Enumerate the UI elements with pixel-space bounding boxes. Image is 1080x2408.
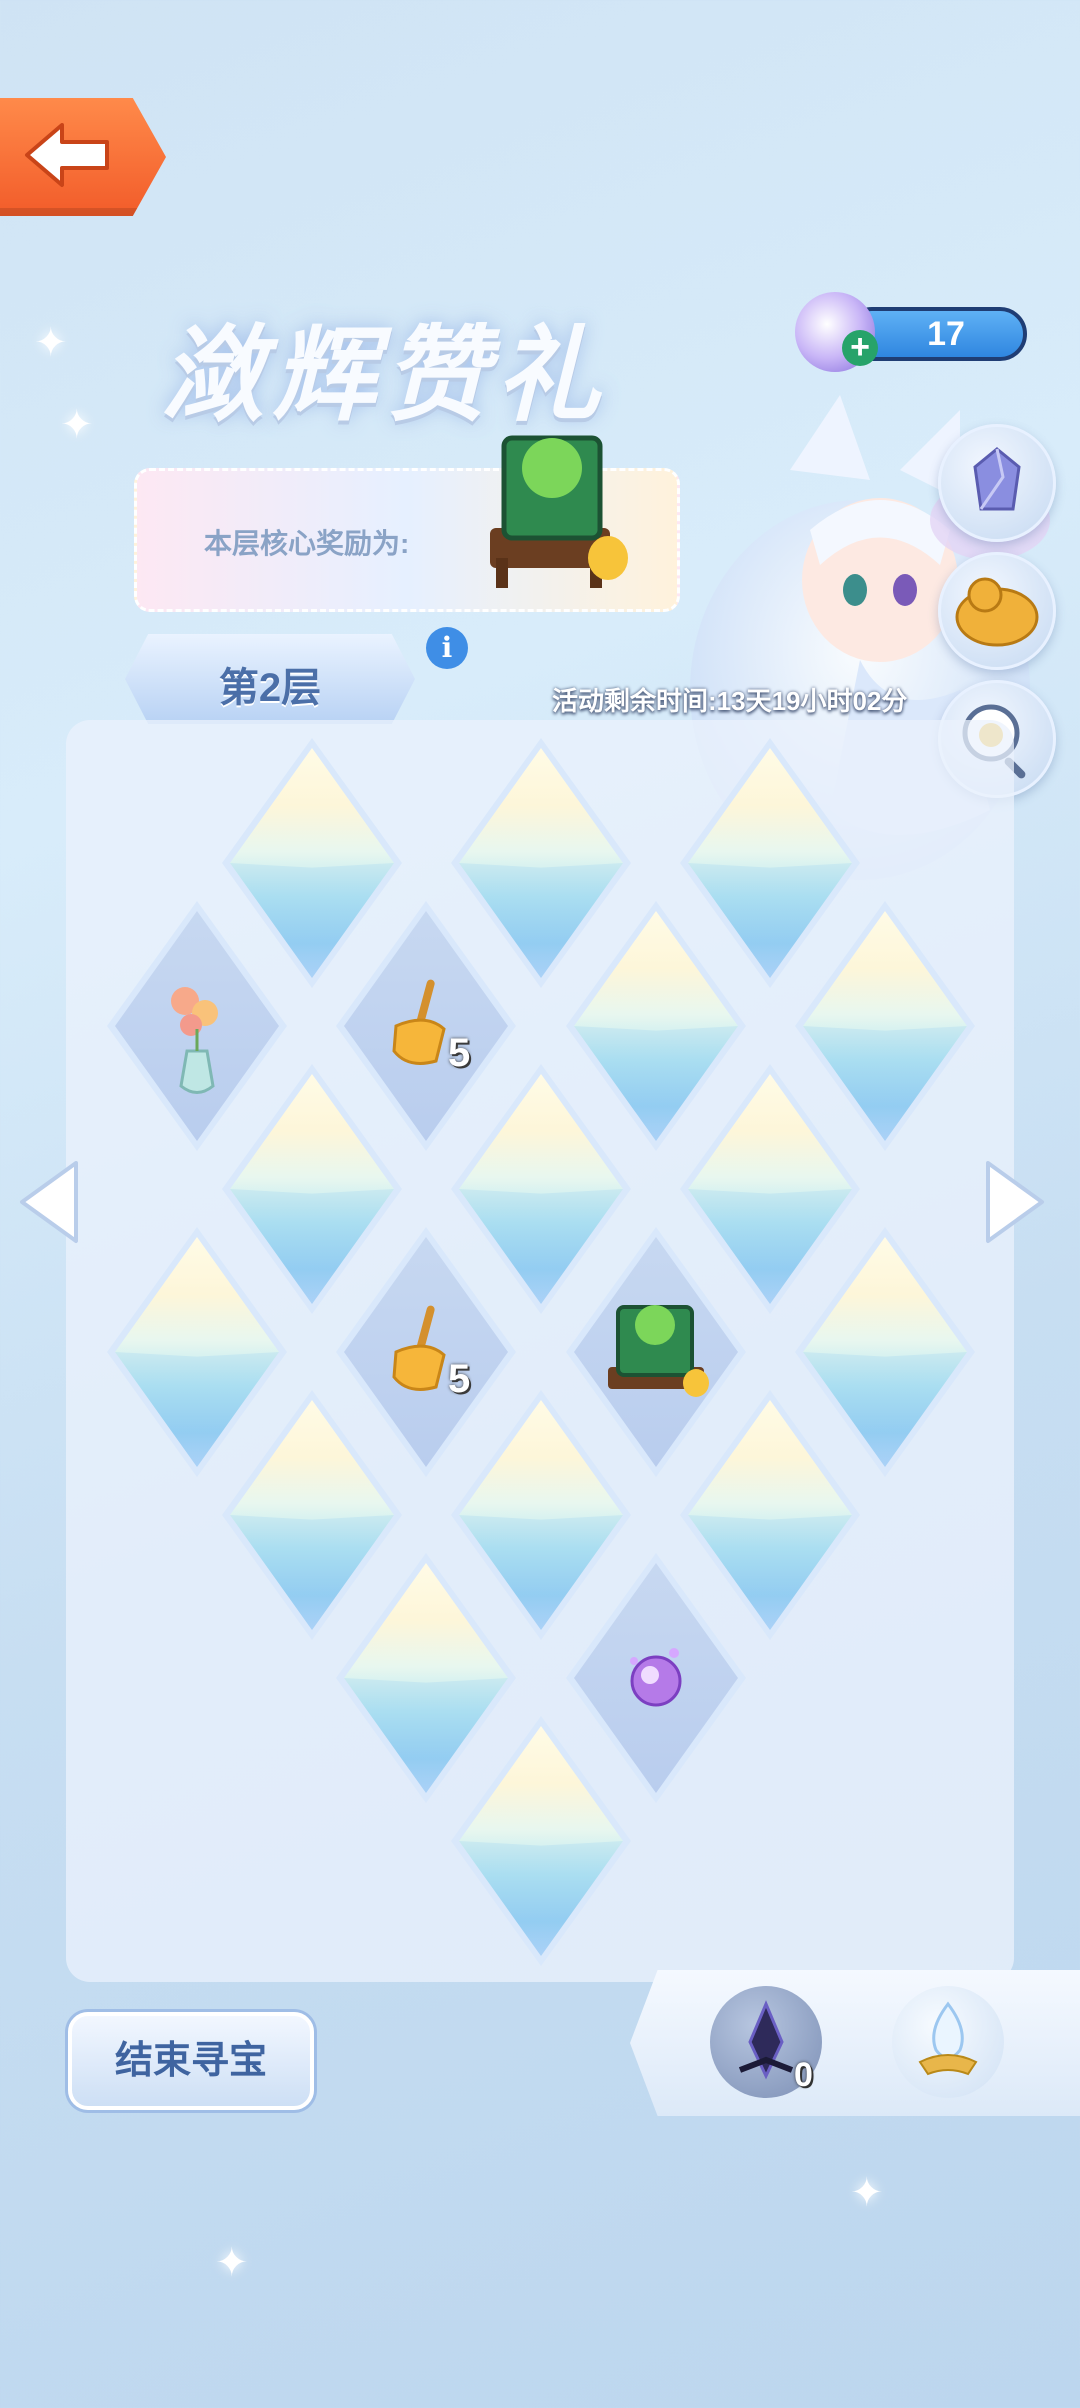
sparkle-decoration: ✦ — [34, 321, 68, 365]
item-tray — [630, 1970, 1080, 2116]
light-crystal-slot[interactable] — [892, 1986, 1004, 2098]
sparkle-decoration: ✦ — [850, 2171, 884, 2215]
next-floor-button[interactable] — [980, 1157, 1050, 1247]
item-quantity: 5 — [448, 1357, 471, 1401]
sparkle-decoration: ✦ — [60, 403, 94, 447]
end-treasure-hunt-button[interactable]: 结束寻宝 — [68, 2012, 314, 2110]
event-timer: 活动剩余时间:13天19小时02分 — [552, 686, 908, 716]
info-icon[interactable]: i — [426, 627, 468, 669]
golden-cat-button[interactable] — [938, 552, 1056, 670]
light-crystal-icon — [918, 2001, 978, 2076]
crystal-box-icon — [973, 447, 1021, 511]
back-arrow-icon — [25, 123, 109, 187]
item-quantity: 5 — [448, 1031, 471, 1075]
green-cube-icon — [490, 435, 628, 588]
previous-floor-button[interactable] — [14, 1157, 84, 1247]
floor-label: 第2层 — [218, 666, 322, 710]
core-reward-label: 本层核心奖励为: — [204, 528, 410, 559]
add-currency-button[interactable]: + — [842, 330, 878, 366]
golden-cat-icon — [955, 577, 1039, 647]
sparkle-decoration: ✦ — [215, 2241, 249, 2285]
back-button[interactable] — [0, 98, 166, 216]
dark-crystal-quantity: 0 — [794, 2056, 813, 2094]
crystal-box-button[interactable] — [938, 424, 1056, 542]
